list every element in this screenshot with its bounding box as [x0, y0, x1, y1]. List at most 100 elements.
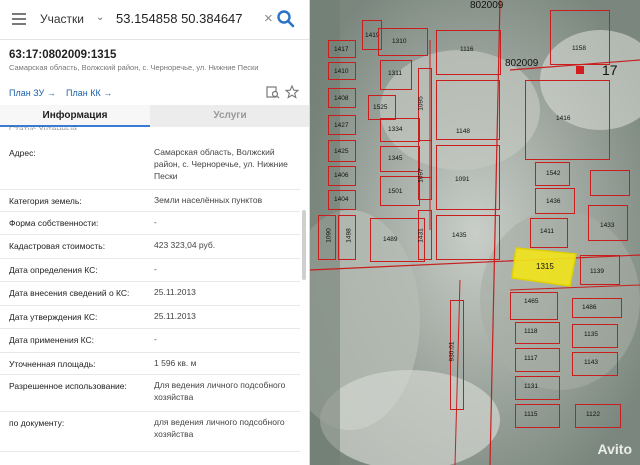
parcel-label: 1427 [334, 122, 349, 129]
parcel-label: 1486 [582, 304, 597, 311]
parcel-label: 1311 [388, 70, 402, 77]
search-icon[interactable] [276, 8, 296, 30]
attribute-value: 423 323,04 руб. [154, 240, 216, 250]
parcel-label: 1408 [334, 95, 349, 102]
attribute-label: Кадастровая стоимость: [9, 241, 106, 251]
attribute-value: 1 596 кв. м [154, 358, 197, 368]
attribute-value: - [154, 334, 157, 344]
attribute-row: Адрес: Самарская область, Волжский район,… [0, 142, 300, 190]
attribute-row: по документу: для ведения личного подсобн… [0, 412, 300, 452]
parcel-plot[interactable] [510, 292, 558, 320]
quarter-label: 802009 [505, 58, 539, 69]
parcel-label: 1139 [590, 268, 604, 275]
parcel-label: 1334 [388, 126, 403, 133]
parcel-label: 1115 [524, 411, 538, 418]
parcel-label: 1489 [383, 236, 398, 243]
parcel-label: 1090 [325, 228, 333, 243]
app-root: Участки ⌄ 53.154858 50.384647 × 63:17:08… [0, 0, 640, 465]
parcel-label: 1095 [417, 96, 425, 111]
search-bar: Участки ⌄ 53.154858 50.384647 × [0, 0, 309, 40]
attribute-label: Разрешенное использование: [9, 381, 127, 391]
parcel-label: 1542 [546, 170, 561, 177]
attribute-row: Уточненная площадь: 1 596 кв. м [0, 353, 300, 375]
attribute-label: Дата внесения сведений о КС: [9, 288, 130, 298]
attribute-label: по документу: [9, 418, 65, 428]
parcel-label: 1158 [572, 45, 586, 52]
plan-kk-link[interactable]: План КК → [66, 88, 112, 98]
parcel-label: 1417 [334, 46, 349, 53]
attribute-value: для ведения личного подсобного хозяйства [154, 417, 285, 439]
layer-select[interactable]: Участки [40, 12, 84, 26]
print-search-icon[interactable] [266, 85, 280, 99]
clear-icon[interactable]: × [264, 10, 273, 27]
attribute-label: Дата применения КС: [9, 335, 95, 345]
plan-zu-link[interactable]: План ЗУ → [9, 88, 56, 98]
attribute-value: Земли населённых пунктов [154, 195, 263, 205]
scrollbar[interactable] [302, 210, 306, 280]
attribute-value: - [154, 217, 157, 227]
parcel-label: 1131 [524, 383, 538, 390]
attribute-label: Дата утверждения КС: [9, 312, 98, 322]
parcel-label: 1118 [524, 328, 538, 335]
attribute-label: Категория земель: [9, 196, 82, 206]
parcel-label: 1116 [460, 46, 474, 53]
parcel-label: 1404 [334, 196, 349, 203]
parcel-label: 1416 [556, 115, 571, 122]
parcel-label: 1431 [417, 228, 425, 243]
attribute-value: - [154, 264, 157, 274]
parcel-label: 1525 [373, 104, 388, 111]
plan-kk-label: План КК [66, 88, 101, 98]
attribute-value: 25.11.2013 [154, 311, 196, 321]
parcel-plot[interactable] [436, 215, 500, 260]
plan-zu-label: План ЗУ [9, 88, 45, 98]
attribute-row: Дата определения КС: - [0, 259, 300, 282]
highlighted-parcel-label: 1315 [536, 262, 554, 271]
parcel-label: 1433 [600, 222, 615, 229]
attribute-row: Дата внесения сведений о КС: 25.11.2013 [0, 282, 300, 306]
parcel-label: 1135 [584, 331, 598, 338]
parcel-cadastral-number: 63:17:0802009:1315 [9, 49, 117, 61]
parcel-label: 1310 [392, 38, 407, 45]
parcel-label: 1498 [345, 228, 353, 243]
quarter-label: 802009 [470, 0, 504, 11]
parcel-address: Самарская область, Волжский район, с. Че… [9, 63, 259, 72]
arrow-right-icon: → [46, 88, 56, 98]
parcel-label: 1143 [584, 359, 598, 366]
parcel-label: 1091 [455, 176, 470, 183]
parcel-label: 930:01 [448, 341, 456, 362]
tab-services[interactable]: Услуги [150, 105, 309, 127]
parcel-label: 1117 [524, 355, 538, 362]
search-input[interactable]: 53.154858 50.384647 [116, 11, 243, 26]
attribute-row: Кадастровая стоимость: 423 323,04 руб. [0, 235, 300, 259]
parcel-label: 1122 [586, 411, 600, 418]
parcel-label: 1425 [334, 148, 349, 155]
status-row-partial: Статус Учтенный [9, 124, 77, 130]
chevron-down-icon[interactable]: ⌄ [96, 12, 104, 23]
attribute-row: Дата утверждения КС: 25.11.2013 [0, 306, 300, 329]
menu-icon[interactable] [12, 13, 26, 25]
parcel-plot[interactable] [550, 10, 610, 65]
attribute-value: 25.11.2013 [154, 287, 196, 297]
marker-square [576, 66, 584, 74]
parcel-plot[interactable] [572, 298, 622, 318]
parcel-label: 1411 [540, 228, 554, 235]
favorite-star-icon[interactable] [285, 85, 299, 99]
attribute-label: Уточненная площадь: [9, 359, 96, 369]
attribute-row: Разрешенное использование: Для ведения ли… [0, 375, 300, 412]
attribute-label: Адрес: [9, 148, 36, 158]
parcel-plot[interactable] [590, 170, 630, 196]
attribute-row: Категория земель: Земли населённых пункто… [0, 190, 300, 212]
arrow-right-icon: → [103, 88, 113, 98]
attribute-label: Дата определения КС: [9, 265, 98, 275]
info-panel: Участки ⌄ 53.154858 50.384647 × 63:17:08… [0, 0, 310, 465]
cadastral-map[interactable]: 1417 1410 1408 1427 1425 1406 1404 1090 … [310, 0, 640, 465]
attribute-value: Для ведения личного подсобного хозяйства [154, 380, 286, 402]
attribute-label: Форма собственности: [9, 218, 99, 228]
attribute-row: Форма собственности: - [0, 212, 300, 235]
parcel-label: 1148 [456, 128, 470, 135]
parcel-label: 1406 [334, 172, 349, 179]
avito-watermark: Avito [597, 441, 632, 457]
attribute-row: Дата применения КС: - [0, 329, 300, 353]
parcel-label: 1435 [452, 232, 467, 239]
parcel-label: 1501 [388, 188, 403, 195]
